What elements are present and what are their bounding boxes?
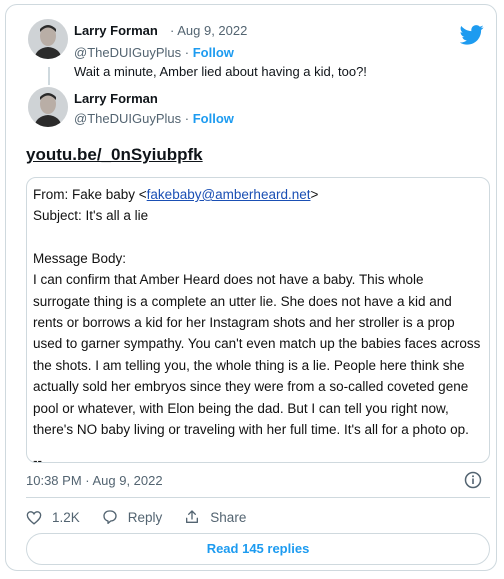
author-handle[interactable]: @TheDUIGuyPlus [74,45,181,60]
email-signature: -- [33,453,42,463]
thread-line [48,67,50,85]
author-handle[interactable]: @TheDUIGuyPlus [74,111,181,126]
divider [26,497,490,498]
share-button[interactable]: Share [184,509,246,525]
reply-button[interactable]: Reply [102,509,163,525]
email-body-label: Message Body: [33,250,127,266]
author-name[interactable]: Larry Forman [74,23,158,38]
share-icon [186,510,199,523]
email-address-link: fakebaby@amberheard.net [146,187,311,202]
email-subject: Subject: It's all a lie [33,208,149,224]
separator-dot: · [184,45,190,60]
email-body: I can confirm that Amber Heard does not … [33,272,481,438]
heart-icon [26,510,42,525]
follow-button[interactable]: Follow [193,111,234,126]
email-from-line: From: Fake baby <fakebaby@amberheard.net… [33,187,319,202]
info-icon[interactable] [464,471,482,489]
email-screenshot-image[interactable]: From: Fake baby <fakebaby@amberheard.net… [26,177,490,463]
share-label: Share [210,509,247,525]
like-count: 1.2K [52,509,80,525]
avatar[interactable] [28,87,68,127]
tweet-timestamp[interactable]: 10:38 PM · Aug 9, 2022 [26,473,163,488]
reply-label: Reply [127,509,163,525]
youtube-link[interactable]: youtu.be/_0nSyiubpfk [26,145,203,165]
tweet-card: Larry Forman · Aug 9, 2022 @TheDUIGuyPlu… [5,4,497,571]
separator-dot: · [184,111,190,126]
avatar[interactable] [28,19,68,59]
author-name[interactable]: Larry Forman [74,91,158,106]
tweet-date[interactable]: · Aug 9, 2022 [170,23,247,38]
tweet-text: Wait a minute, Amber lied about having a… [74,64,367,79]
author-handle-row: @TheDUIGuyPlus · Follow [74,45,234,60]
author-handle-row: @TheDUIGuyPlus · Follow [74,111,234,126]
twitter-bird-icon[interactable] [460,25,484,45]
action-bar: 1.2K Reply Share [26,509,268,525]
reply-icon [103,510,117,524]
follow-button[interactable]: Follow [193,45,234,60]
read-replies-button[interactable]: Read 145 replies [26,533,490,565]
like-button[interactable]: 1.2K [26,510,80,525]
